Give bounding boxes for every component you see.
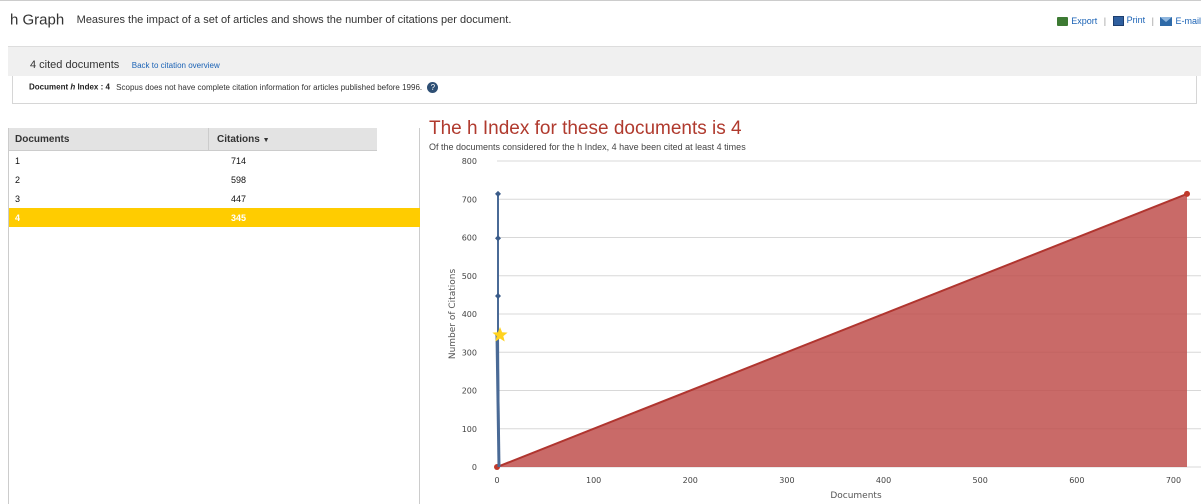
- citations-line-tail: [495, 335, 501, 468]
- x-tick-label: 200: [683, 476, 698, 485]
- citation-point: [495, 235, 501, 242]
- x-tick-label: 500: [973, 476, 988, 485]
- y-tick-label: 200: [462, 387, 477, 396]
- x-tick-label: 600: [1069, 476, 1084, 485]
- x-tick-label: 100: [586, 476, 601, 485]
- area-point: [1184, 190, 1190, 197]
- y-tick-label: 300: [462, 348, 477, 357]
- x-tick-label: 400: [876, 476, 891, 485]
- y-tick-label: 600: [462, 234, 477, 243]
- x-axis-label: Documents: [830, 491, 882, 501]
- citation-point: [495, 190, 501, 197]
- x-tick-label: 700: [1166, 476, 1181, 485]
- h-index-star-icon: [492, 327, 508, 342]
- x-tick-label: 0: [494, 476, 499, 485]
- y-tick-label: 700: [462, 195, 477, 204]
- x-tick-label: 300: [779, 476, 794, 485]
- y-tick-label: 800: [462, 157, 477, 166]
- y-tick-label: 100: [462, 425, 477, 434]
- y-tick-label: 400: [462, 310, 477, 319]
- y-axis-label: Number of Citations: [448, 269, 458, 360]
- h-index-chart: 0 100 200 300 400 500 600 700 800 0 100 200 300 400 50…: [448, 157, 1201, 501]
- citation-point: [495, 293, 501, 300]
- y-tick-label: 0: [472, 463, 477, 472]
- y-tick-label: 500: [462, 272, 477, 281]
